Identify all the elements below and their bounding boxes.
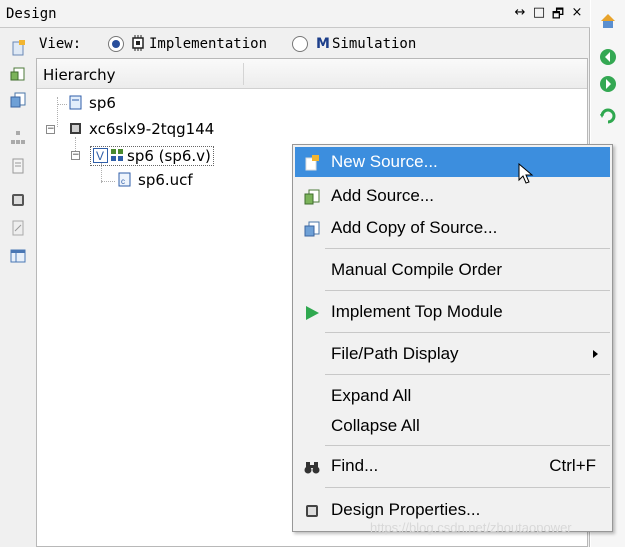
document-icon[interactable]	[10, 158, 26, 174]
submenu-arrow-icon	[593, 350, 598, 358]
menu-item-label: New Source...	[331, 152, 438, 171]
menu-item-label: Design Properties...	[331, 500, 481, 519]
constraints-file-icon: c	[118, 172, 131, 187]
refresh-icon[interactable]	[599, 107, 617, 125]
table-icon[interactable]	[10, 248, 26, 264]
properties-icon[interactable]	[10, 192, 26, 208]
play-icon	[306, 306, 319, 320]
menu-item-label: Expand All	[331, 386, 412, 405]
tree-node-label: xc6slx9-2tqg144	[89, 120, 215, 138]
tree-line	[57, 97, 58, 127]
new-source-icon[interactable]	[10, 40, 26, 56]
column-divider[interactable]	[243, 63, 244, 85]
find-shortcut: Ctrl+F	[549, 456, 596, 475]
menu-item-implement-top-module[interactable]: Implement Top Module	[295, 297, 610, 327]
implementation-label[interactable]: Implementation	[149, 36, 267, 52]
maximize-icon[interactable]: □	[532, 5, 546, 27]
panel-titlebar: Design ↔ □ 🗗 ×	[0, 0, 590, 28]
simulation-radio[interactable]	[292, 36, 308, 52]
hierarchy-column-header[interactable]: Hierarchy	[43, 66, 116, 84]
properties-icon	[306, 505, 318, 517]
menu-item-add-source[interactable]: Add Source...	[295, 181, 610, 211]
view-selector: View: Implementation M Simulation	[36, 31, 590, 57]
menu-separator	[325, 332, 610, 333]
simulation-icon: M	[316, 36, 330, 52]
close-icon[interactable]: ×	[570, 5, 584, 27]
tree-node-module[interactable]: Vsp6 (sp6.v)	[90, 146, 214, 166]
tree-header: Hierarchy	[37, 59, 587, 89]
left-toolbar	[0, 30, 34, 547]
binoculars-icon	[304, 462, 320, 474]
home-icon[interactable]	[599, 12, 617, 30]
restore-icon[interactable]: 🗗	[551, 5, 565, 27]
report-icon[interactable]	[10, 220, 26, 236]
tree-node-ucf[interactable]: c sp6.ucf	[117, 171, 193, 189]
new-source-icon	[305, 155, 319, 171]
menu-separator	[325, 374, 610, 375]
menu-item-label: Implement Top Module	[331, 302, 503, 321]
add-source-icon[interactable]	[10, 66, 26, 82]
tree-node-label: sp6.ucf	[138, 171, 193, 189]
add-copy-source-icon[interactable]	[10, 92, 26, 108]
menu-item-add-copy-source[interactable]: Add Copy of Source...	[295, 213, 610, 243]
collapse-toggle[interactable]: −	[46, 125, 55, 134]
menu-item-label: Manual Compile Order	[331, 260, 503, 279]
tree-line	[101, 163, 102, 183]
implementation-icon	[132, 35, 144, 51]
menu-separator	[325, 445, 610, 446]
menu-separator	[325, 248, 610, 249]
tree-node-label: sp6 (sp6.v)	[127, 147, 211, 165]
add-copy-source-icon	[304, 221, 320, 237]
add-source-icon	[304, 189, 320, 205]
menu-item-label: Find...	[331, 456, 379, 475]
tree-node-label: sp6	[89, 94, 116, 112]
tree-node-project[interactable]: sp6	[68, 94, 116, 112]
view-label: View:	[39, 36, 82, 52]
tree-line	[101, 181, 115, 182]
panel-title: Design	[6, 6, 57, 22]
simulation-label[interactable]: Simulation	[332, 36, 416, 52]
menu-item-collapse-all[interactable]: Collapse All	[295, 411, 610, 441]
verilog-module-icon: V	[93, 148, 123, 163]
menu-separator	[325, 290, 610, 291]
project-icon	[69, 95, 82, 110]
back-arrow-icon[interactable]	[599, 48, 617, 66]
menu-item-find[interactable]: Find... Ctrl+F	[295, 451, 610, 481]
menu-item-label: File/Path Display	[331, 344, 459, 363]
watermark: https://blog.csdn.net/zhoutaopower	[370, 520, 572, 535]
tree-line	[57, 104, 67, 105]
menu-item-manual-compile-order[interactable]: Manual Compile Order	[295, 255, 610, 285]
context-menu: New Source... Add Source... Add Copy of …	[292, 144, 613, 532]
hierarchy-icon[interactable]	[10, 130, 26, 146]
collapse-toggle[interactable]: −	[71, 151, 80, 160]
forward-arrow-icon[interactable]	[599, 75, 617, 93]
mouse-cursor-icon	[518, 163, 534, 184]
menu-item-file-path-display[interactable]: File/Path Display	[295, 339, 610, 369]
float-icon[interactable]: ↔	[513, 5, 527, 27]
menu-item-expand-all[interactable]: Expand All	[295, 381, 610, 411]
svg-text:V: V	[96, 149, 104, 163]
window-controls: ↔ □ 🗗 ×	[513, 5, 584, 27]
menu-item-label: Add Copy of Source...	[331, 218, 498, 237]
menu-separator	[325, 487, 610, 488]
chip-icon	[70, 123, 81, 134]
tree-node-device[interactable]: xc6slx9-2tqg144	[68, 120, 214, 138]
svg-text:c: c	[121, 177, 125, 186]
menu-item-label: Collapse All	[331, 416, 420, 435]
menu-item-label: Add Source...	[331, 186, 435, 205]
implementation-radio[interactable]	[108, 36, 124, 52]
menu-item-new-source[interactable]: New Source...	[295, 147, 610, 177]
